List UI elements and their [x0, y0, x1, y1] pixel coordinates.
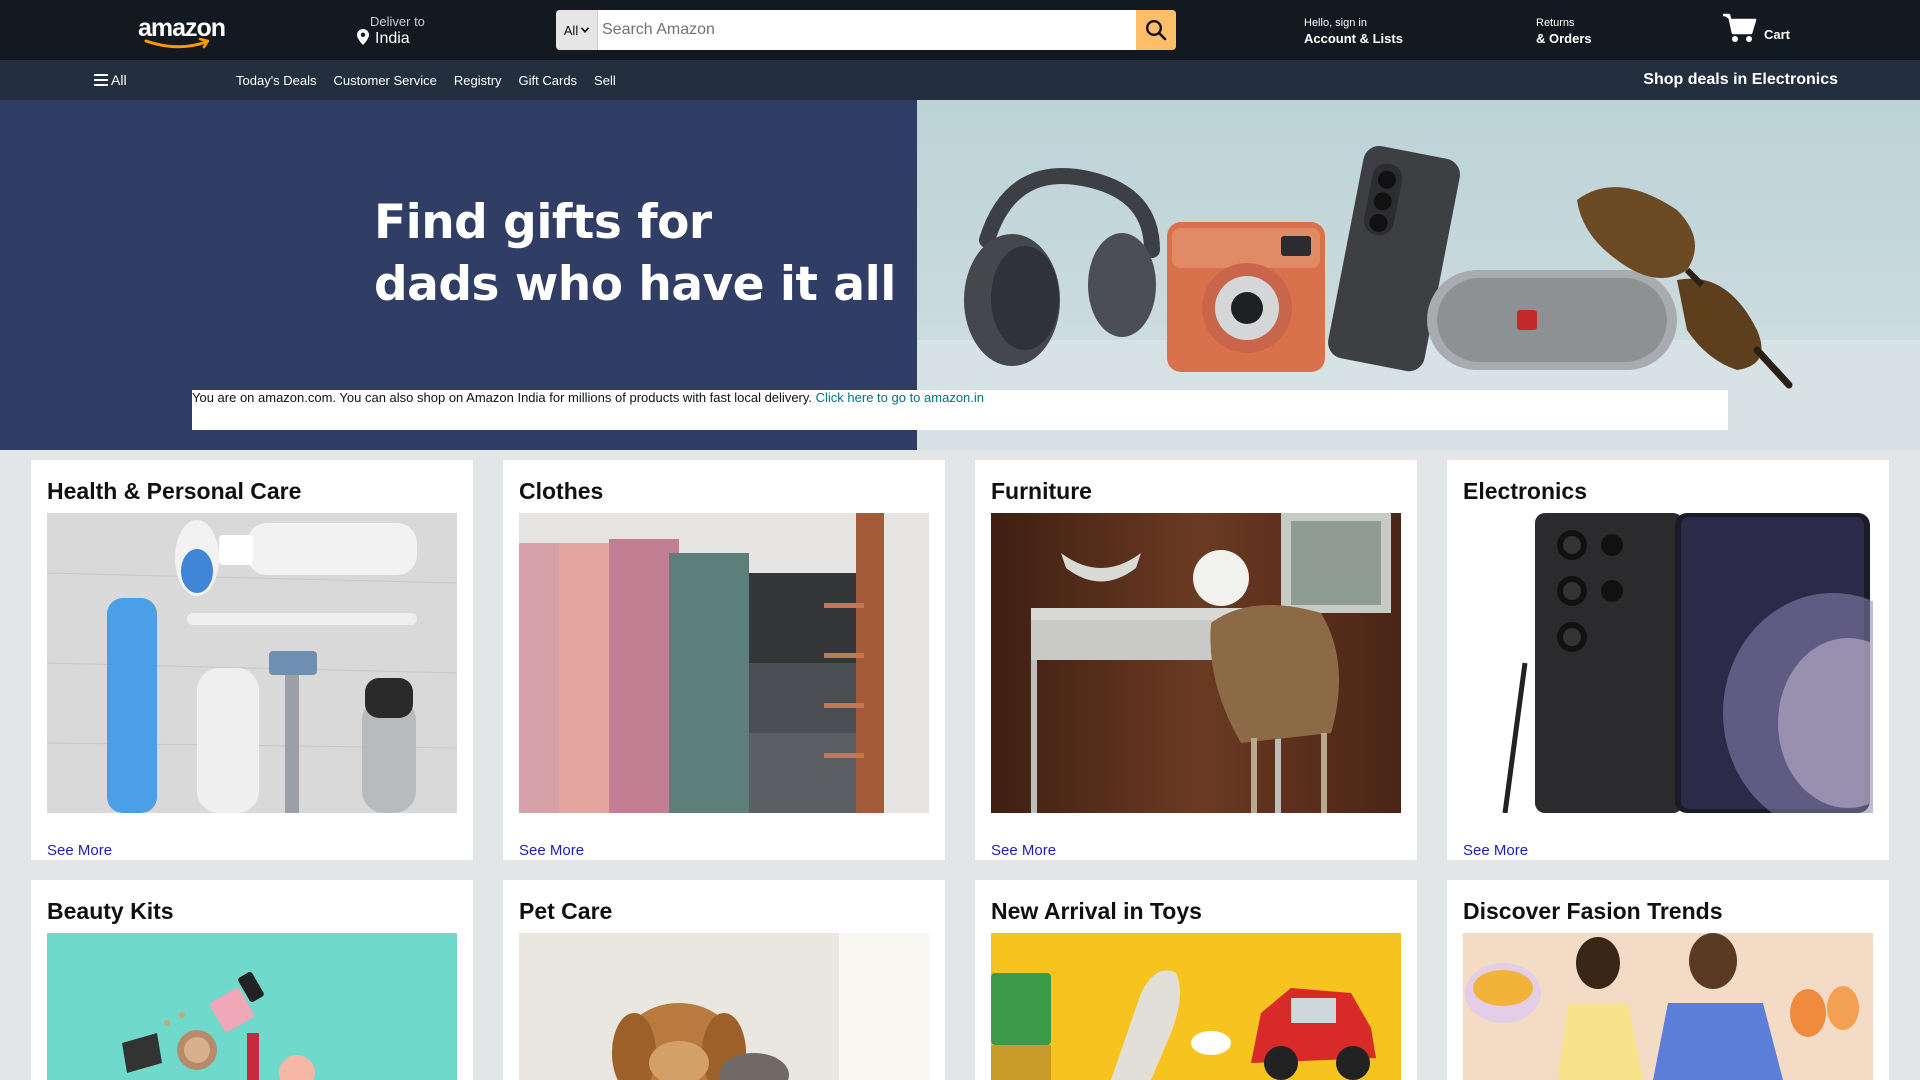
clothes-illustration — [519, 513, 929, 813]
cart-label: Cart — [1764, 26, 1791, 42]
furniture-illustration — [991, 513, 1401, 813]
search-category-label: All — [563, 22, 579, 38]
category-card-clothes: Clothes See More — [503, 460, 945, 860]
account-greeting: Hello, sign in — [1304, 17, 1367, 29]
category-card-health: Health & Personal Care See More — [31, 460, 473, 860]
chevron-down-icon — [581, 27, 590, 33]
card-title: New Arrival in Toys — [991, 898, 1202, 924]
subnav-link-sell[interactable]: Sell — [594, 73, 616, 88]
category-card-fashion: Discover Fasion Trends — [1447, 880, 1889, 1080]
health-care-image[interactable] — [47, 513, 457, 813]
sub-navbar: All Today's Deals Customer Service Regis… — [0, 60, 1920, 100]
card-title: Discover Fasion Trends — [1463, 898, 1723, 924]
speaker-image — [1427, 270, 1677, 370]
notice-text: You are on amazon.com. You can also shop… — [192, 390, 816, 405]
pet-care-image[interactable] — [519, 933, 929, 1080]
beauty-kits-illustration — [47, 933, 457, 1080]
fashion-trends-image[interactable] — [1463, 933, 1873, 1080]
card-title: Electronics — [1463, 478, 1587, 504]
deliver-location-row: India — [357, 29, 410, 48]
orders-label: & Orders — [1536, 31, 1592, 46]
toys-image[interactable] — [991, 933, 1401, 1080]
all-menu-button[interactable]: All — [94, 72, 127, 88]
returns-label: Returns — [1536, 17, 1575, 29]
deliver-location: India — [375, 30, 410, 47]
shop-deals-electronics-link[interactable]: Shop deals in Electronics — [1643, 71, 1838, 89]
category-card-beauty: Beauty Kits — [31, 880, 473, 1080]
search-input[interactable] — [598, 10, 1136, 50]
amazon-logo[interactable]: amazon — [138, 14, 226, 49]
hero-banner[interactable]: Find gifts for dads who have it all You … — [0, 100, 1920, 450]
card-title: Beauty Kits — [47, 898, 174, 924]
headphones-image — [964, 168, 1160, 366]
notice-text-row: You are on amazon.com. You can also shop… — [192, 390, 984, 406]
category-card-furniture: Furniture See More — [975, 460, 1417, 860]
deliver-label: Deliver to — [370, 14, 425, 29]
all-menu-label: All — [111, 72, 127, 88]
hamburger-menu-icon — [94, 74, 108, 86]
search-icon — [1145, 19, 1167, 41]
instant-camera-image — [1167, 222, 1325, 372]
hero-title: Find gifts for dads who have it all — [374, 192, 896, 316]
see-more-link[interactable]: See More — [991, 842, 1056, 859]
top-navbar: amazon Deliver to India All Hello, s — [0, 0, 1920, 60]
subnav-link-gift-cards[interactable]: Gift Cards — [519, 73, 578, 88]
returns-orders[interactable]: Returns & Orders — [1536, 17, 1592, 46]
location-pin-icon — [357, 29, 369, 45]
hero-title-line-2: dads who have it all — [374, 257, 896, 312]
pet-care-illustration — [519, 933, 929, 1080]
search-button[interactable] — [1136, 10, 1176, 50]
see-more-link[interactable]: See More — [47, 842, 112, 859]
cart-icon — [1723, 13, 1757, 42]
toys-illustration — [991, 933, 1401, 1080]
beauty-kits-image[interactable] — [47, 933, 457, 1080]
category-card-toys: New Arrival in Toys — [975, 880, 1417, 1080]
subnav-links: Today's Deals Customer Service Registry … — [236, 73, 633, 88]
see-more-link[interactable]: See More — [519, 842, 584, 859]
subnav-link-customer-service[interactable]: Customer Service — [334, 73, 437, 88]
search-bar: All — [556, 10, 1176, 50]
account-label: Account & Lists — [1304, 31, 1403, 46]
category-card-electronics: Electronics See More — [1447, 460, 1889, 860]
electronics-image[interactable] — [1463, 513, 1873, 813]
subnav-link-todays-deals[interactable]: Today's Deals — [236, 73, 317, 88]
go-to-amazon-in-link[interactable]: Click here to go to amazon.in — [816, 390, 984, 405]
search-category-select[interactable]: All — [556, 10, 598, 50]
clothes-image[interactable] — [519, 513, 929, 813]
health-care-illustration — [47, 513, 457, 813]
category-card-pet-care: Pet Care — [503, 880, 945, 1080]
electronics-illustration — [1463, 513, 1873, 813]
card-title: Furniture — [991, 478, 1092, 504]
card-title: Health & Personal Care — [47, 478, 302, 504]
hero-title-line-1: Find gifts for — [374, 195, 712, 250]
see-more-link[interactable]: See More — [1463, 842, 1528, 859]
fashion-trends-illustration — [1463, 933, 1873, 1080]
card-title: Clothes — [519, 478, 604, 504]
amazon-india-notice: You are on amazon.com. You can also shop… — [192, 390, 1728, 430]
logo-smile-icon — [144, 38, 210, 49]
card-title: Pet Care — [519, 898, 613, 924]
furniture-image[interactable] — [991, 513, 1401, 813]
account-lists[interactable]: Hello, sign in Account & Lists — [1304, 17, 1403, 46]
logo-text: amazon — [138, 14, 226, 42]
subnav-link-registry[interactable]: Registry — [454, 73, 502, 88]
cart-button[interactable]: Cart — [1722, 12, 1790, 44]
